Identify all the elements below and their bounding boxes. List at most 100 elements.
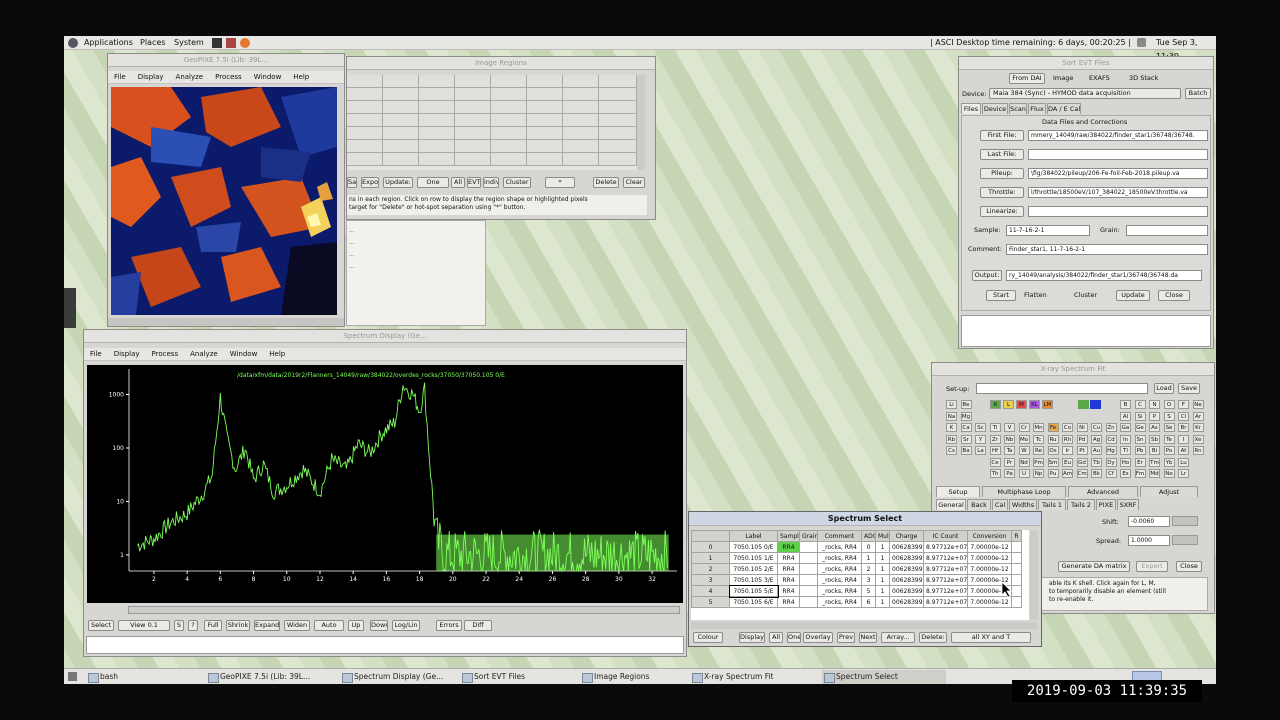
region-cell[interactable]: [527, 114, 563, 127]
element-bk[interactable]: Bk: [1091, 469, 1102, 478]
setup-save-button[interactable]: Save: [1178, 383, 1200, 394]
throttle-field[interactable]: l/throttle/18500eV/107_384022_18500eV.th…: [1028, 187, 1208, 198]
spec-btn-diff[interactable]: Diff: [464, 620, 492, 631]
update-button[interactable]: Update: [1116, 290, 1150, 301]
element-os[interactable]: Os: [1047, 446, 1059, 455]
element-al[interactable]: Al: [1120, 411, 1131, 421]
region-btn-save[interactable]: Save: [347, 177, 357, 188]
spec-btn-expand[interactable]: Expand: [254, 620, 280, 631]
app-launcher-icon[interactable]: [226, 38, 236, 48]
column-header[interactable]: IC Count: [923, 530, 968, 542]
table-cell[interactable]: 00628399: [889, 552, 924, 564]
grain-field[interactable]: [1126, 225, 1208, 236]
legend-l[interactable]: L: [1003, 400, 1014, 409]
element-ta[interactable]: Ta: [1004, 446, 1015, 455]
element-bi[interactable]: Bi: [1149, 446, 1160, 455]
element-ba[interactable]: Ba: [960, 446, 972, 455]
select-btn-allxyandt[interactable]: all XY and T: [951, 632, 1031, 643]
column-header[interactable]: ADC: [861, 530, 876, 542]
pileup-button[interactable]: Pileup:: [980, 168, 1024, 179]
region-cell[interactable]: [599, 140, 637, 153]
region-cell[interactable]: [491, 114, 527, 127]
element-es[interactable]: Es: [1120, 469, 1131, 478]
table-row[interactable]: 1 7050.105 1/E RR4 _rocks, RR4 1 1 00628399 8.9…: [691, 552, 1022, 564]
region-cell[interactable]: [347, 88, 383, 101]
element-mo[interactable]: Mo: [1018, 434, 1030, 444]
element-lr[interactable]: Lr: [1178, 469, 1189, 478]
element-eu[interactable]: Eu: [1062, 457, 1073, 467]
table-row[interactable]: 2 7050.105 2/E RR4 _rocks, RR4 2 1 00628399 8.9…: [691, 563, 1022, 575]
table-cell[interactable]: 7.00000e-12: [967, 552, 1012, 564]
spectrum-menu-display[interactable]: Display: [108, 348, 146, 361]
table-cell[interactable]: 6: [861, 596, 876, 608]
region-cell[interactable]: [491, 75, 527, 88]
table-cell[interactable]: 8.97712e+07: [923, 596, 968, 608]
spec-btn-down[interactable]: Down: [370, 620, 388, 631]
element-la[interactable]: La: [975, 446, 986, 455]
table-cell[interactable]: _rocks, RR4: [817, 563, 862, 575]
region-cell[interactable]: [455, 88, 491, 101]
spectrum-menu-help[interactable]: Help: [263, 348, 291, 361]
element-tc[interactable]: Tc: [1033, 434, 1044, 444]
mode-3d-stack-radio[interactable]: 3D Stack: [1129, 73, 1158, 83]
element-ir[interactable]: Ir: [1062, 446, 1073, 455]
table-cell[interactable]: 8.97712e+07: [923, 552, 968, 564]
region-cell[interactable]: [455, 114, 491, 127]
element-in[interactable]: In: [1120, 434, 1131, 444]
table-cell[interactable]: 2: [861, 563, 876, 575]
region-cell[interactable]: [563, 101, 599, 114]
legend-lm[interactable]: LM: [1042, 400, 1053, 409]
spec-btn-s[interactable]: S: [174, 620, 184, 631]
mode-image-radio[interactable]: Image: [1053, 73, 1073, 83]
column-header[interactable]: Comment: [817, 530, 862, 542]
fit-tab-adjust[interactable]: Adjust: [1140, 486, 1198, 497]
table-cell[interactable]: 7050.105 2/E: [729, 563, 778, 575]
row-index[interactable]: 4: [691, 585, 730, 597]
select-btn-colour[interactable]: Colour: [693, 632, 723, 643]
region-cell[interactable]: [491, 140, 527, 153]
region-cell[interactable]: [347, 127, 383, 140]
region-cell[interactable]: [455, 127, 491, 140]
network-icon[interactable]: [1137, 38, 1146, 47]
region-cell[interactable]: [599, 127, 637, 140]
table-cell[interactable]: 1: [861, 552, 876, 564]
element-tb[interactable]: Tb: [1091, 457, 1102, 467]
setup-field[interactable]: [976, 383, 1148, 394]
element-re[interactable]: Re: [1033, 446, 1044, 455]
shift-field[interactable]: -0.0060: [1128, 516, 1170, 527]
side-panel-handle[interactable]: [64, 288, 76, 328]
region-cell[interactable]: [347, 153, 383, 166]
spectrum-hscrollbar[interactable]: [128, 606, 680, 614]
batch-button[interactable]: Batch: [1185, 88, 1211, 99]
element-hf[interactable]: Hf: [989, 446, 1001, 455]
tab-flux[interactable]: Flux: [1028, 103, 1046, 114]
element-rn[interactable]: Rn: [1192, 446, 1204, 455]
geopixe-menu-file[interactable]: File: [108, 71, 132, 84]
element-o[interactable]: O: [1163, 400, 1175, 409]
geopixe-menu-process[interactable]: Process: [209, 71, 248, 84]
element-li[interactable]: Li: [946, 400, 957, 409]
row-index[interactable]: 2: [691, 563, 730, 575]
export-button[interactable]: Export: [1136, 561, 1168, 572]
select-btn-next[interactable]: Next: [859, 632, 877, 643]
applications-menu[interactable]: Applications: [84, 36, 133, 50]
select-btn-display[interactable]: Display: [739, 632, 765, 643]
region-cell[interactable]: [599, 75, 637, 88]
element-sn[interactable]: Sn: [1134, 434, 1146, 444]
table-cell[interactable]: _rocks, RR4: [817, 596, 862, 608]
element-ca[interactable]: Ca: [960, 423, 972, 432]
spec-btn-widen[interactable]: Widen: [284, 620, 310, 631]
element-pd[interactable]: Pd: [1076, 434, 1088, 444]
spec-btn-view01[interactable]: View 0.1: [118, 620, 170, 631]
taskbar-item-7[interactable]: Spectrum Select: [822, 670, 946, 684]
table-cell[interactable]: RR4: [777, 585, 800, 597]
fit-subtab-tails2[interactable]: Tails 2: [1067, 499, 1095, 510]
spec-btn-shrink[interactable]: Shrink: [226, 620, 250, 631]
element-pa[interactable]: Pa: [1004, 469, 1015, 478]
element-ho[interactable]: Ho: [1120, 457, 1131, 467]
table-cell[interactable]: 1: [875, 596, 890, 608]
spec-btn-[interactable]: ?: [188, 620, 198, 631]
element-at[interactable]: At: [1178, 446, 1189, 455]
region-cell[interactable]: [383, 140, 419, 153]
element-br[interactable]: Br: [1178, 423, 1189, 432]
